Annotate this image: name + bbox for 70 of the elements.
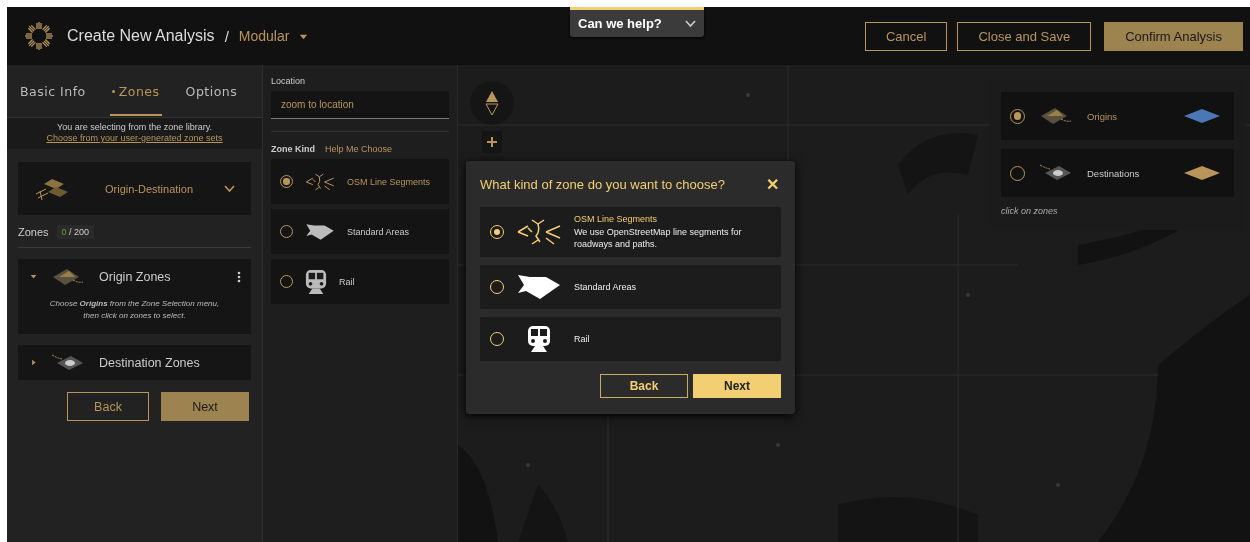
legend-hint: click on zones	[1001, 206, 1059, 216]
legend-item[interactable]: Origins	[1001, 92, 1234, 140]
zone-kind-option[interactable]: Standard Areas	[271, 209, 449, 254]
dialog-button[interactable]: Back	[600, 374, 688, 398]
close-button[interactable]: ✕	[766, 175, 779, 194]
area-shape-icon	[516, 273, 562, 301]
caret-icon	[30, 359, 37, 366]
zone-tile-icon	[51, 352, 85, 373]
collapse-icon[interactable]	[30, 273, 37, 280]
train-icon	[527, 325, 551, 353]
line-segments-icon	[305, 171, 335, 192]
location-label: Location	[271, 76, 307, 86]
tab[interactable]: Zones	[109, 66, 162, 116]
option-label: Standard Areas	[574, 282, 637, 292]
header-button[interactable]: Cancel	[864, 21, 948, 51]
option-label: Rail	[339, 276, 355, 287]
zone-tile-icon	[1039, 106, 1073, 126]
option-description: We use OpenStreetMap line segments for roadways and paths.	[574, 226, 743, 251]
header-button[interactable]: Confirm Analysis	[1104, 21, 1243, 51]
area-shape-icon	[305, 221, 335, 242]
zoom-in-button[interactable]	[482, 131, 502, 153]
line-segments-icon	[516, 218, 562, 246]
zone-kind-option[interactable]: Rail	[271, 259, 449, 304]
zones-count: 0 / 200	[56, 225, 95, 239]
dialog-option[interactable]: Rail	[480, 317, 781, 361]
caret-icon	[30, 273, 37, 280]
zones-label: Zones	[18, 226, 49, 238]
page-title: Create New Analysis	[67, 27, 215, 45]
legend-label: Destinations	[1087, 167, 1141, 179]
more-options-icon[interactable]	[237, 270, 241, 283]
zone-kind-option[interactable]: OSM Line Segments	[271, 159, 449, 204]
dialog-option[interactable]: Standard Areas	[480, 265, 781, 309]
step-button[interactable]: Back	[67, 392, 149, 421]
help-dropdown[interactable]: Can we help?	[570, 7, 704, 37]
analysis-type-label: Origin-Destination	[103, 182, 194, 195]
option-label: Rail	[574, 334, 590, 344]
legend-item[interactable]: Destinations	[1001, 149, 1234, 197]
step-button[interactable]: Next	[161, 392, 249, 421]
chevron-down-icon	[685, 19, 696, 28]
zone-kind-label: Zone Kind	[271, 144, 315, 154]
option-label: OSM Line Segments	[574, 213, 659, 224]
mode-selector[interactable]: Modular	[238, 28, 290, 44]
zone-sets-link[interactable]: Choose from your user-generated zone sets	[46, 133, 223, 143]
option-label: OSM Line Segments	[347, 176, 431, 187]
zone-group-hint: Choose Origins from the Zone Selection menu, then click on zones to select.	[48, 298, 221, 322]
zone-group-title: Destination Zones	[99, 355, 201, 370]
help-me-choose-link[interactable]: Help Me Choose	[325, 144, 393, 154]
plus-icon	[486, 136, 498, 148]
help-label: Can we help?	[578, 16, 662, 31]
header-button[interactable]: Close and Save	[957, 21, 1092, 51]
train-icon	[305, 268, 327, 295]
library-note: You are selecting from the zone library.	[56, 122, 213, 132]
compass-arrow-icon	[485, 90, 499, 116]
tab[interactable]: Options	[183, 66, 240, 116]
radio-button[interactable]	[280, 175, 293, 188]
zone-tile-icon	[1039, 163, 1073, 183]
dialog-option[interactable]: OSM Line Segments We use OpenStreetMap line segments for roadways and paths.	[480, 207, 781, 257]
dialog-title: What kind of zone do you want to choose?	[480, 177, 725, 192]
breadcrumb-separator: /	[224, 27, 229, 45]
dialog-button[interactable]: Next	[693, 374, 781, 398]
legend-label: Origins	[1087, 110, 1119, 122]
zone-tile-icon	[51, 266, 85, 287]
location-field[interactable]: zoom to location	[271, 91, 449, 119]
tab[interactable]: Basic Info	[18, 66, 88, 116]
expand-icon[interactable]	[30, 359, 37, 366]
zone-group-title: Origin Zones	[99, 269, 172, 284]
option-label: Standard Areas	[347, 226, 410, 237]
analysis-type-dropdown[interactable]: Origin-Destination	[18, 162, 251, 215]
chevron-down-icon	[224, 184, 235, 193]
sunburst-logo	[25, 22, 53, 50]
